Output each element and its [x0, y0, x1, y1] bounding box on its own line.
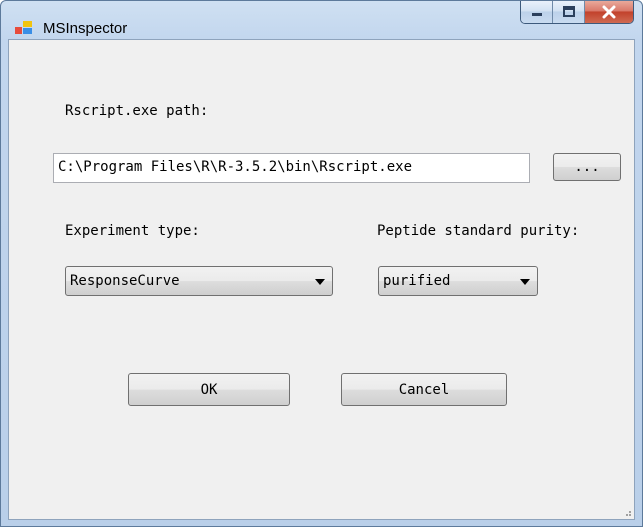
resize-grip-icon[interactable]	[622, 507, 632, 517]
rscript-path-label: Rscript.exe path:	[65, 103, 209, 119]
peptide-purity-label: Peptide standard purity:	[377, 223, 580, 239]
close-icon	[602, 5, 616, 19]
minimize-button[interactable]	[521, 1, 553, 23]
close-button[interactable]	[585, 1, 633, 23]
window-title: MSInspector	[43, 20, 128, 37]
experiment-type-select[interactable]: ResponseCurve	[65, 266, 333, 296]
app-icon	[15, 21, 32, 34]
caption-buttons	[520, 1, 634, 24]
ok-button-label: OK	[200, 381, 218, 398]
chevron-down-icon	[315, 279, 325, 285]
peptide-purity-select[interactable]: purified	[378, 266, 538, 296]
maximize-icon	[562, 6, 575, 17]
experiment-type-value: ResponseCurve	[70, 273, 180, 289]
app-window: MSInspector Rscript.exe path: C:\Program…	[0, 0, 643, 527]
browse-button-label: ...	[574, 159, 600, 175]
peptide-purity-value: purified	[383, 273, 451, 289]
cancel-button-label: Cancel	[398, 381, 450, 398]
cancel-button[interactable]: Cancel	[341, 373, 507, 406]
chevron-down-icon	[520, 279, 530, 285]
browse-button[interactable]: ...	[553, 153, 621, 181]
ok-button[interactable]: OK	[128, 373, 290, 406]
maximize-button[interactable]	[553, 1, 585, 23]
rscript-path-input[interactable]: C:\Program Files\R\R-3.5.2\bin\Rscript.e…	[53, 153, 530, 183]
title-bar[interactable]: MSInspector	[1, 1, 642, 39]
minimize-icon	[531, 13, 542, 16]
dialog-client-area: Rscript.exe path: C:\Program Files\R\R-3…	[8, 39, 635, 520]
experiment-type-label: Experiment type:	[65, 223, 200, 239]
